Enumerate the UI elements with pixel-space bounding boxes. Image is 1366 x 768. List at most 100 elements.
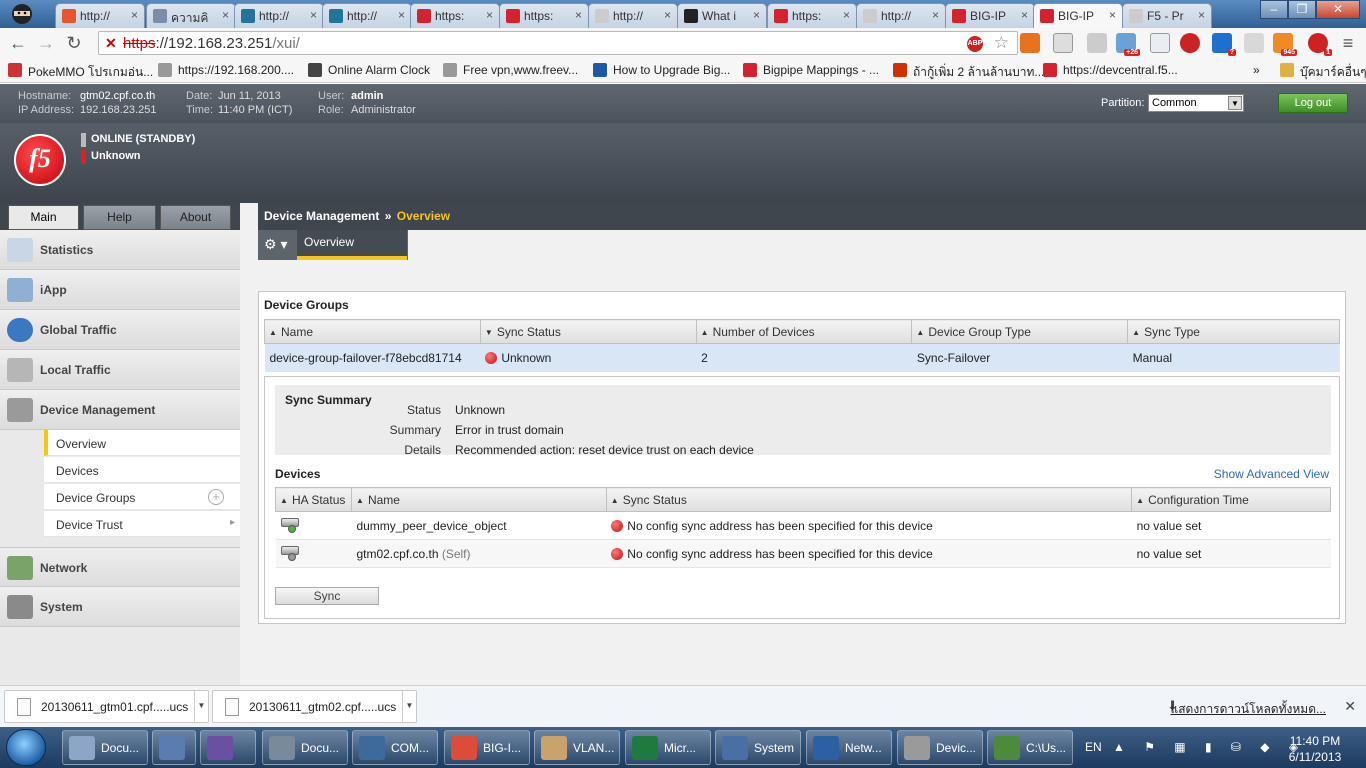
close-tab-icon[interactable]: ×: [1021, 8, 1028, 22]
taskbar-button[interactable]: [152, 730, 196, 765]
close-tab-icon[interactable]: ×: [1109, 8, 1116, 22]
nav-statistics[interactable]: Statistics: [0, 230, 240, 270]
extension-icon[interactable]: ?: [1212, 33, 1236, 56]
browser-tab[interactable]: https: ×: [410, 3, 500, 28]
close-tab-icon[interactable]: ×: [1198, 8, 1205, 22]
table-row[interactable]: gtm02.cpf.co.th (Self) No config sync ad…: [275, 539, 1331, 568]
start-button[interactable]: [6, 729, 46, 766]
language-indicator[interactable]: EN: [1085, 740, 1102, 754]
browser-tab[interactable]: BIG-IP ×: [1033, 3, 1123, 29]
nav-global-traffic[interactable]: Global Traffic: [0, 310, 240, 350]
close-tab-icon[interactable]: ×: [310, 8, 317, 22]
extension-icon[interactable]: [1087, 33, 1107, 53]
browser-tab[interactable]: https: ×: [499, 3, 589, 28]
close-icon[interactable]: ✕: [1344, 698, 1356, 715]
bookmark-item[interactable]: https://192.168.200....: [158, 63, 294, 77]
nav-local-traffic[interactable]: Local Traffic: [0, 350, 240, 390]
bookmark-item[interactable]: How to Upgrade Big...: [593, 63, 730, 77]
close-tab-icon[interactable]: ×: [131, 8, 138, 22]
partition-select[interactable]: Common ▼: [1148, 94, 1244, 112]
close-window-button[interactable]: ✕: [1316, 0, 1360, 19]
show-advanced-view-link[interactable]: Show Advanced View: [1214, 467, 1329, 481]
bookmark-item[interactable]: บุ๊คมาร์คอื่นๆ: [1280, 63, 1366, 82]
rss-icon[interactable]: 945: [1273, 33, 1297, 56]
column-header-number-of-devices[interactable]: ▲ Number of Devices: [695, 319, 913, 344]
bookmark-item[interactable]: PokeMMO โปรเกมอ่น...: [8, 63, 153, 82]
table-row[interactable]: dummy_peer_device_object No config sync …: [275, 511, 1331, 540]
taskbar-button[interactable]: Docu...: [262, 730, 348, 765]
gmail-icon[interactable]: [1053, 33, 1073, 53]
nav-device-management[interactable]: Device Management: [0, 390, 240, 430]
download-item[interactable]: 20130611_gtm02.cpf.....ucs ▼: [212, 690, 417, 723]
column-header-device-name[interactable]: ▲ Name: [350, 487, 607, 512]
bookmark-item[interactable]: ถ้ากู้เพิ่ม 2 ล้านล้านบาท...: [893, 63, 1044, 82]
taskbar-button[interactable]: VLAN...: [534, 730, 620, 765]
browser-tab[interactable]: What i ×: [677, 3, 767, 28]
column-header-sync-status[interactable]: ▼ Sync Status: [479, 319, 697, 344]
taskbar-button[interactable]: System: [715, 730, 801, 765]
taskbar-button[interactable]: COM...: [352, 730, 438, 765]
close-tab-icon[interactable]: ×: [843, 8, 850, 22]
weather-icon[interactable]: +26: [1116, 33, 1140, 56]
address-bar[interactable]: ✕ https://192.168.23.251/xui/ ABP ☆: [98, 31, 1018, 55]
device-group-name[interactable]: device-group-failover-f78ebcd81714: [264, 343, 481, 372]
browser-tab[interactable]: http:// ×: [856, 3, 946, 28]
column-header-sync-type[interactable]: ▲ Sync Type: [1127, 319, 1340, 344]
table-row[interactable]: device-group-failover-f78ebcd81714 Unkno…: [264, 343, 1340, 372]
clock[interactable]: 11:40 PM 6/11/2013: [1270, 733, 1360, 765]
bookmark-item[interactable]: Online Alarm Clock: [308, 63, 430, 77]
close-tab-icon[interactable]: ×: [575, 8, 582, 22]
nav-system[interactable]: System: [0, 587, 240, 627]
column-header-device-group-type[interactable]: ▲ Device Group Type: [911, 319, 1129, 344]
close-tab-icon[interactable]: ×: [932, 8, 939, 22]
subnav-device-trust[interactable]: Device Trust ▸: [44, 511, 240, 537]
bookmark-star-icon[interactable]: ☆: [994, 33, 1009, 53]
close-tab-icon[interactable]: ×: [664, 8, 671, 22]
add-circle-icon[interactable]: +: [208, 489, 224, 505]
taskbar-button[interactable]: C:\Us...: [987, 730, 1073, 765]
sync-button[interactable]: Sync: [275, 587, 379, 605]
column-header-ha-status[interactable]: ▲ HA Status: [275, 487, 352, 512]
browser-tab[interactable]: http:// ×: [55, 3, 145, 28]
column-header-name[interactable]: ▲ Name: [264, 319, 481, 344]
close-tab-icon[interactable]: ×: [486, 8, 493, 22]
chevron-down-icon[interactable]: ▼: [194, 691, 208, 722]
logout-button[interactable]: Log out: [1278, 93, 1348, 113]
maximize-button[interactable]: ❐: [1288, 0, 1316, 19]
subnav-devices[interactable]: Devices: [44, 457, 240, 483]
bookmark-item[interactable]: https://devcentral.f5...: [1043, 63, 1178, 77]
menu-icon[interactable]: ≡: [1338, 33, 1358, 53]
tab-help[interactable]: Help: [83, 205, 156, 230]
browser-tab[interactable]: http:// ×: [322, 3, 412, 28]
close-tab-icon[interactable]: ×: [753, 8, 760, 22]
extension-icon[interactable]: [1244, 33, 1264, 53]
download-item[interactable]: 20130611_gtm01.cpf.....ucs ▼: [4, 690, 209, 723]
stop-icon[interactable]: [1180, 33, 1200, 53]
browser-tab[interactable]: http:// ×: [234, 3, 324, 28]
gear-icon[interactable]: ⚙ ▾: [258, 230, 296, 260]
bookmark-item[interactable]: Bigpipe Mappings - ...: [743, 63, 879, 77]
taskbar-button[interactable]: Netw...: [806, 730, 892, 765]
browser-tab[interactable]: BIG-IP ×: [945, 3, 1035, 28]
browser-tab[interactable]: https: ×: [767, 3, 857, 28]
tab-about[interactable]: About: [160, 205, 231, 230]
close-tab-icon[interactable]: ×: [398, 8, 405, 22]
browser-tab[interactable]: F5 - Pr ×: [1122, 3, 1212, 28]
nav-iapp[interactable]: iApp: [0, 270, 240, 310]
chevron-down-icon[interactable]: ▼: [402, 691, 416, 722]
device-name-cell[interactable]: gtm02.cpf.co.th (Self): [351, 539, 607, 568]
extension-icon[interactable]: [1020, 33, 1040, 53]
tab-overview[interactable]: Overview: [297, 230, 407, 260]
close-tab-icon[interactable]: ×: [222, 8, 229, 22]
breadcrumb-section[interactable]: Device Management: [264, 209, 379, 223]
taskbar-button[interactable]: [200, 730, 256, 765]
minimize-button[interactable]: –: [1260, 0, 1288, 19]
show-all-downloads-link[interactable]: แสดงการดาวน์โหลดทั้งหมด...: [1170, 700, 1326, 719]
calendar-icon[interactable]: [1150, 33, 1170, 53]
column-header-configuration-time[interactable]: ▲ Configuration Time: [1131, 487, 1331, 512]
adblock-icon[interactable]: ABP: [967, 36, 983, 52]
taskbar-button[interactable]: Micr...: [625, 730, 711, 765]
taskbar-button[interactable]: Devic...: [897, 730, 983, 765]
browser-tab[interactable]: ความคิ ×: [146, 3, 236, 28]
bookmark-item[interactable]: Free vpn,www.freev...: [443, 63, 578, 77]
